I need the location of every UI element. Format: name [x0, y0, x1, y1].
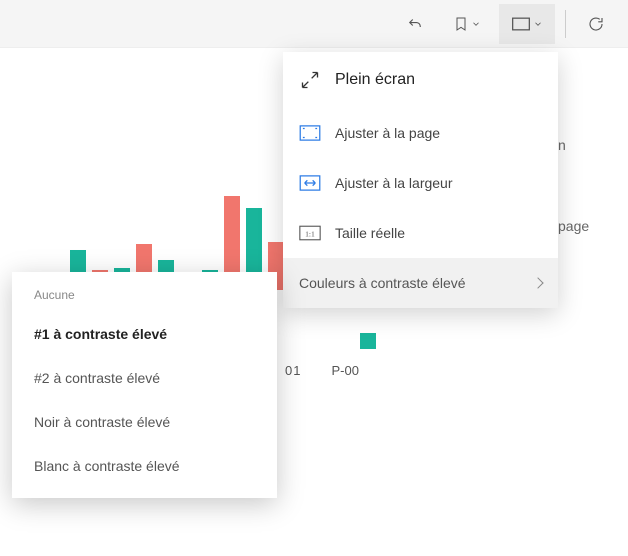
- contrast-option-2[interactable]: #2 à contraste élevé: [12, 356, 277, 400]
- contrast-option-label: Noir à contraste élevé: [34, 414, 170, 430]
- contrast-option-label: #2 à contraste élevé: [34, 370, 160, 386]
- menu-item-actual-size[interactable]: 1:1 Taille réelle: [283, 208, 558, 258]
- fit-page-icon: [299, 122, 321, 144]
- fit-width-icon: [299, 172, 321, 194]
- chart-x-labels: 01 P-00: [285, 363, 359, 378]
- fullscreen-icon: [299, 69, 321, 91]
- right-sidebar-fragment: n page: [558, 130, 628, 242]
- toolbar: [0, 0, 628, 48]
- actual-size-icon: 1:1: [299, 222, 321, 244]
- contrast-option-label: Blanc à contraste élevé: [34, 458, 180, 474]
- svg-text:1:1: 1:1: [305, 229, 315, 238]
- menu-item-fullscreen[interactable]: Plein écran: [283, 52, 558, 108]
- sidebar-text-1: n: [558, 130, 628, 161]
- chart-x-label: P-00: [331, 363, 358, 378]
- contrast-option-white[interactable]: Blanc à contraste élevé: [12, 444, 277, 488]
- legend-swatch: [360, 333, 376, 349]
- sidebar-text-2: page: [558, 211, 628, 242]
- menu-item-label: Taille réelle: [335, 225, 405, 241]
- refresh-button[interactable]: [576, 4, 616, 44]
- toolbar-divider: [565, 10, 566, 38]
- bookmark-button[interactable]: [439, 4, 495, 44]
- view-mode-menu: Plein écran Ajuster à la page Ajuster à …: [283, 52, 558, 308]
- undo-icon: [406, 15, 424, 33]
- bookmark-icon: [453, 15, 469, 33]
- chart-x-label: 01: [285, 363, 301, 378]
- menu-item-label: Ajuster à la largeur: [335, 175, 453, 191]
- chevron-down-icon: [533, 19, 543, 29]
- chevron-right-icon: [532, 277, 543, 288]
- back-button[interactable]: [395, 4, 435, 44]
- contrast-option-black[interactable]: Noir à contraste élevé: [12, 400, 277, 444]
- menu-item-label: Ajuster à la page: [335, 125, 440, 141]
- view-mode-icon: [511, 16, 531, 32]
- chevron-down-icon: [471, 19, 481, 29]
- contrast-option-1[interactable]: #1 à contraste élevé: [12, 312, 277, 356]
- menu-item-label: Couleurs à contraste élevé: [299, 275, 466, 291]
- menu-item-fit-page[interactable]: Ajuster à la page: [283, 108, 558, 158]
- high-contrast-submenu: Aucune #1 à contraste élevé #2 à contras…: [12, 272, 277, 498]
- menu-item-label: Plein écran: [335, 71, 415, 89]
- contrast-option-label: #1 à contraste élevé: [34, 326, 167, 342]
- view-mode-button[interactable]: [499, 4, 555, 44]
- refresh-icon: [587, 15, 605, 33]
- menu-item-high-contrast[interactable]: Couleurs à contraste élevé: [283, 258, 558, 308]
- contrast-menu-header: Aucune: [12, 278, 277, 312]
- menu-item-fit-width[interactable]: Ajuster à la largeur: [283, 158, 558, 208]
